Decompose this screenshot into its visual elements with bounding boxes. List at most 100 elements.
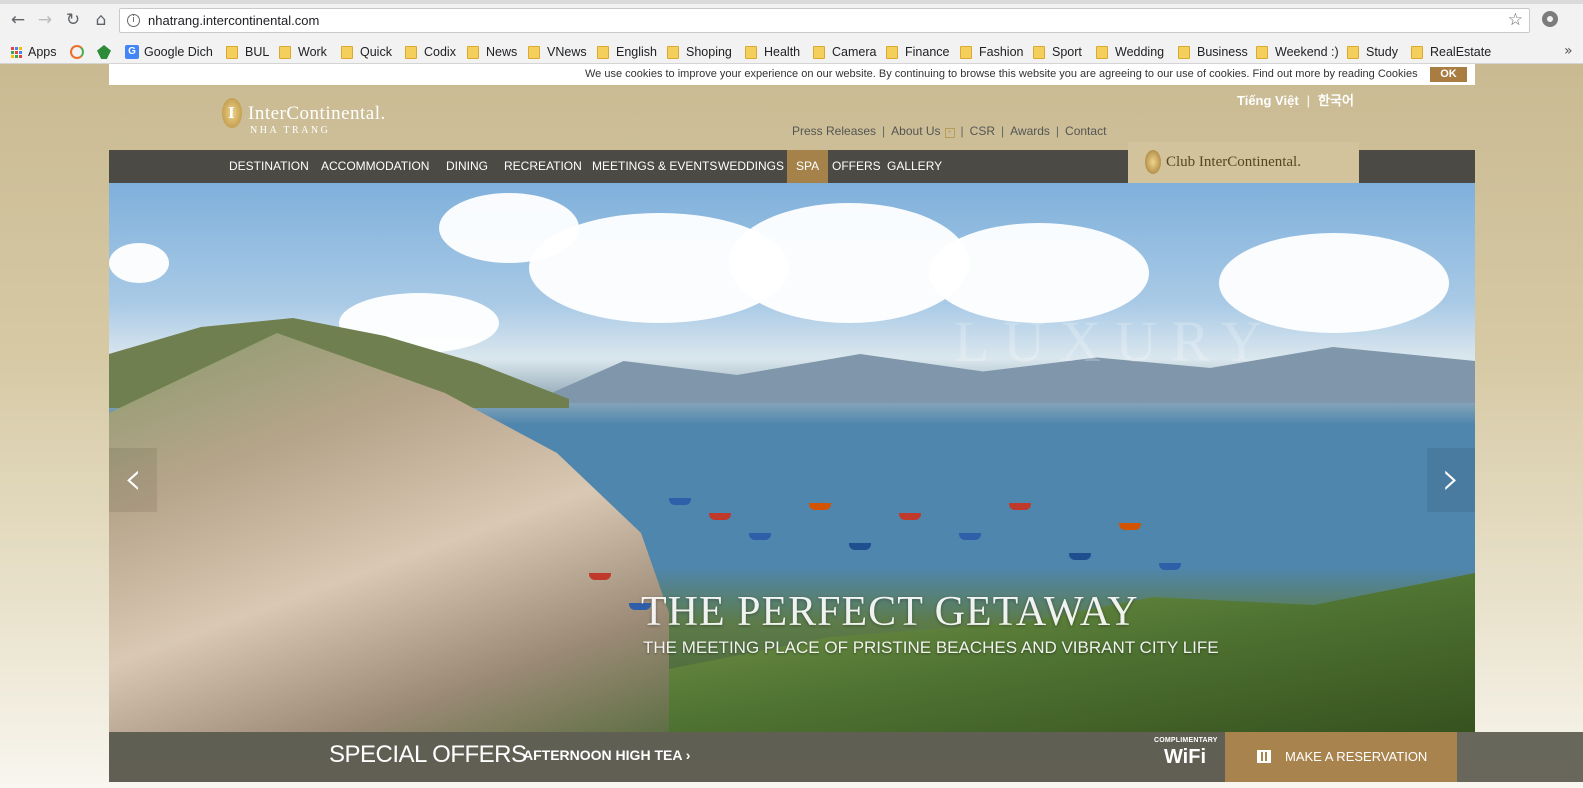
folder-icon xyxy=(886,45,898,59)
cookie-ok-button[interactable]: OK xyxy=(1430,67,1467,82)
complimentary-wifi-badge: COMPLIMENTARY WiFi xyxy=(1154,737,1217,777)
bookmark-folder-bul[interactable]: BUL xyxy=(226,43,269,61)
bookmark-refresh-extension[interactable] xyxy=(70,43,89,61)
hero-boat xyxy=(709,513,731,520)
logo-name: InterContinental. xyxy=(248,103,386,124)
special-offers-heading: SPECIAL OFFERS xyxy=(329,741,527,768)
about-us-link[interactable]: About Us xyxy=(891,124,940,138)
bookmarks-bar: Apps G Google Dich BUL Work Quick Codix N… xyxy=(0,40,1583,64)
bookmark-folder-work[interactable]: Work xyxy=(279,43,327,61)
hero-boat xyxy=(1159,563,1181,570)
nav-meetings-events[interactable]: MEETINGS & EVENTS xyxy=(592,150,717,183)
address-bar[interactable]: i nhatrang.intercontinental.com ☆ xyxy=(119,8,1530,33)
bookmark-label: English xyxy=(616,45,657,59)
link-separator: | xyxy=(960,124,964,138)
bookmark-folder-business[interactable]: Business xyxy=(1178,43,1248,61)
csr-link[interactable]: CSR xyxy=(970,124,995,138)
hero-watermark: LUXURY xyxy=(954,309,1277,374)
nav-destination[interactable]: DESTINATION xyxy=(229,150,309,183)
reload-icon[interactable]: ↻ xyxy=(63,10,83,30)
folder-icon xyxy=(813,45,825,59)
bookmark-leaf-extension[interactable] xyxy=(97,43,116,61)
expand-plus-icon[interactable]: + xyxy=(944,128,955,138)
folder-icon xyxy=(1256,45,1268,59)
address-url[interactable]: nhatrang.intercontinental.com xyxy=(148,13,319,28)
bookmark-label: News xyxy=(486,45,518,59)
bookmark-label: Google Dich xyxy=(144,45,213,59)
bookmark-folder-vnews[interactable]: VNews xyxy=(528,43,587,61)
home-icon[interactable]: ⌂ xyxy=(91,10,111,30)
tab-strip-edge xyxy=(0,0,1583,4)
awards-link[interactable]: Awards xyxy=(1010,124,1050,138)
bookmark-google-dich[interactable]: G Google Dich xyxy=(125,43,213,61)
nav-weddings[interactable]: WEDDINGS xyxy=(718,150,784,183)
wifi-icon: WiFi xyxy=(1163,746,1207,768)
bookmark-folder-quick[interactable]: Quick xyxy=(341,43,392,61)
bookmark-label: Camera xyxy=(832,45,877,59)
hero-subtitle: THE MEETING PLACE OF PRISTINE BEACHES AN… xyxy=(643,638,1219,657)
hero-title: THE PERFECT GETAWAY xyxy=(641,589,1139,635)
bookmark-folder-health[interactable]: Health xyxy=(745,43,800,61)
bookmark-folder-study[interactable]: Study xyxy=(1347,43,1398,61)
bookmarks-overflow-chevron-icon[interactable]: » xyxy=(1564,43,1573,59)
make-reservation-label: MAKE A RESERVATION xyxy=(1285,749,1428,764)
back-arrow-icon[interactable]: ← xyxy=(8,10,28,30)
browser-toolbar: ← → ↻ ⌂ i nhatrang.intercontinental.com … xyxy=(0,0,1583,40)
club-intercontinental-button[interactable]: Club InterContinental. xyxy=(1128,142,1359,183)
bookmark-label: Health xyxy=(764,45,801,59)
hero-boat xyxy=(1119,523,1141,530)
folder-icon xyxy=(405,45,417,59)
bookmark-folder-camera[interactable]: Camera xyxy=(813,43,876,61)
bookmark-apps[interactable]: Apps xyxy=(11,43,57,61)
hero-boat xyxy=(809,503,831,510)
folder-icon xyxy=(597,45,609,59)
nav-recreation[interactable]: RECREATION xyxy=(504,150,582,183)
forward-arrow-icon[interactable]: → xyxy=(35,10,55,30)
folder-icon xyxy=(1096,45,1108,59)
prev-slide-arrow-icon[interactable]: ‹ xyxy=(109,448,157,512)
next-slide-arrow-icon[interactable]: › xyxy=(1427,448,1475,512)
club-emblem-icon xyxy=(1145,150,1161,174)
bookmark-folder-fashion[interactable]: Fashion xyxy=(960,43,1023,61)
nav-gallery[interactable]: GALLERY xyxy=(887,150,942,183)
site-info-icon[interactable]: i xyxy=(127,14,140,27)
bookmark-label: Work xyxy=(298,45,327,59)
bookmark-folder-shoping[interactable]: Shoping xyxy=(667,43,732,61)
hero-boat xyxy=(1009,503,1031,510)
nav-dining[interactable]: DINING xyxy=(446,150,488,183)
press-releases-link[interactable]: Press Releases xyxy=(792,124,876,138)
nav-spa[interactable]: SPA xyxy=(787,150,829,183)
folder-icon xyxy=(528,45,540,59)
contact-link[interactable]: Contact xyxy=(1065,124,1106,138)
bookmark-label: Study xyxy=(1366,45,1398,59)
folder-icon xyxy=(341,45,353,59)
bookmark-folder-english[interactable]: English xyxy=(597,43,657,61)
language-vietnamese-link[interactable]: Tiếng Việt xyxy=(1237,93,1299,108)
bookmark-label: Fashion xyxy=(979,45,1024,59)
folder-icon xyxy=(1178,45,1190,59)
bookmark-folder-wedding[interactable]: Wedding xyxy=(1096,43,1164,61)
bookmark-folder-news[interactable]: News xyxy=(467,43,517,61)
refresh-extension-icon xyxy=(70,45,84,59)
nav-accommodation[interactable]: ACCOMMODATION xyxy=(321,150,429,183)
folder-icon xyxy=(667,45,679,59)
bookmark-label: Finance xyxy=(905,45,950,59)
bookmark-label: Shoping xyxy=(686,45,732,59)
afternoon-high-tea-link[interactable]: AFTERNOON HIGH TEA › xyxy=(523,747,690,763)
bookmark-folder-realestate[interactable]: RealEstate xyxy=(1411,43,1491,61)
bookmark-folder-finance[interactable]: Finance xyxy=(886,43,949,61)
bookmark-label: BUL xyxy=(245,45,270,59)
folder-icon xyxy=(1033,45,1045,59)
page-content: We use cookies to improve your experienc… xyxy=(0,64,1583,788)
bookmark-folder-weekend[interactable]: Weekend :) xyxy=(1256,43,1339,61)
nav-offers[interactable]: OFFERS xyxy=(832,150,881,183)
extension-icon[interactable] xyxy=(1542,11,1558,27)
bookmark-label: VNews xyxy=(547,45,587,59)
make-reservation-button[interactable]: MAKE A RESERVATION xyxy=(1225,732,1457,782)
bookmark-folder-sport[interactable]: Sport xyxy=(1033,43,1082,61)
language-korean-link[interactable]: 한국어 xyxy=(1318,93,1354,108)
bookmark-label: RealEstate xyxy=(1430,45,1492,59)
folder-icon xyxy=(745,45,757,59)
bookmark-folder-codix[interactable]: Codix xyxy=(405,43,456,61)
bookmark-star-icon[interactable]: ☆ xyxy=(1508,10,1523,30)
